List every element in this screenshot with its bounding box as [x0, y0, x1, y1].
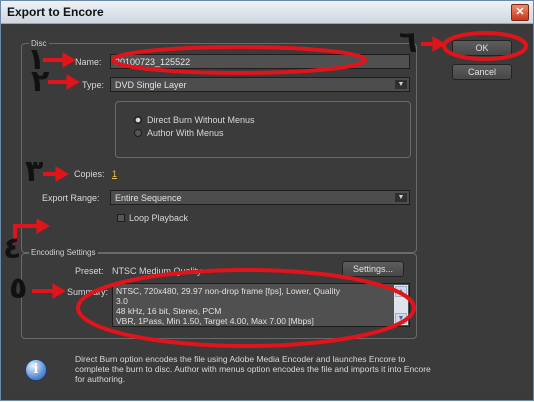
- annotation-digit-2: ٢: [31, 64, 50, 99]
- summary-text-area[interactable]: NTSC, 720x480, 29.97 non-drop frame [fps…: [112, 283, 410, 327]
- name-label: Name:: [75, 57, 102, 67]
- export-range-value: Entire Sequence: [115, 193, 182, 203]
- scroll-up-icon[interactable]: ▲: [395, 286, 407, 297]
- loop-playback-checkbox[interactable]: [117, 214, 125, 222]
- close-icon[interactable]: ✕: [511, 4, 529, 21]
- summary-line: VBR, 1Pass, Min 1.50, Target 4.00, Max 7…: [116, 316, 314, 326]
- summary-line: 3.0: [116, 296, 128, 306]
- summary-line: 48 kHz, 16 bit, Stereo, PCM: [116, 306, 222, 316]
- radio-direct-burn[interactable]: [134, 116, 142, 124]
- author-menus-label: Author With Menus: [147, 128, 224, 138]
- info-icon: i: [25, 359, 47, 381]
- name-field[interactable]: 20100723_125522: [110, 54, 410, 69]
- summary-line: NTSC, 720x480, 29.97 non-drop frame [fps…: [116, 286, 340, 296]
- preset-value: NTSC Medium Quality: [112, 266, 202, 276]
- chevron-down-icon: ▼: [395, 193, 407, 202]
- summary-label: Summary:: [67, 287, 109, 297]
- type-dropdown[interactable]: DVD Single Layer ▼: [110, 77, 410, 92]
- title-bar: Export to Encore ✕: [1, 1, 533, 24]
- annotation-digit-6: ٦: [399, 25, 418, 60]
- scroll-down-icon[interactable]: ▼: [395, 313, 407, 324]
- type-value: DVD Single Layer: [115, 80, 187, 90]
- copies-value[interactable]: 1: [112, 169, 117, 179]
- dialog-body: Disc Name: 20100723_125522 Type: DVD Sin…: [5, 27, 529, 397]
- cancel-button[interactable]: Cancel: [452, 64, 512, 80]
- settings-button[interactable]: Settings...: [342, 261, 404, 277]
- preset-label: Preset:: [75, 266, 104, 276]
- annotation-digit-4: ٤: [3, 231, 22, 266]
- export-dialog: Export to Encore ✕ Disc Name: 20100723_1…: [0, 0, 534, 401]
- export-range-dropdown[interactable]: Entire Sequence ▼: [110, 190, 410, 205]
- export-range-label: Export Range:: [42, 193, 100, 203]
- encoding-group-label: Encoding Settings: [29, 248, 98, 257]
- copies-label: Copies:: [74, 169, 105, 179]
- window-title: Export to Encore: [7, 5, 104, 19]
- radio-author-menus[interactable]: [134, 129, 142, 137]
- ok-button[interactable]: OK: [452, 40, 512, 56]
- info-text: Direct Burn option encodes the file usin…: [75, 354, 431, 384]
- type-label: Type:: [82, 80, 105, 90]
- summary-scrollbar[interactable]: ▲ ▼: [394, 285, 408, 325]
- annotation-digit-3: ٣: [25, 154, 44, 189]
- direct-burn-label: Direct Burn Without Menus: [147, 115, 255, 125]
- annotation-digit-5: ٥: [9, 271, 28, 306]
- chevron-down-icon: ▼: [395, 80, 407, 89]
- loop-playback-label: Loop Playback: [129, 213, 189, 223]
